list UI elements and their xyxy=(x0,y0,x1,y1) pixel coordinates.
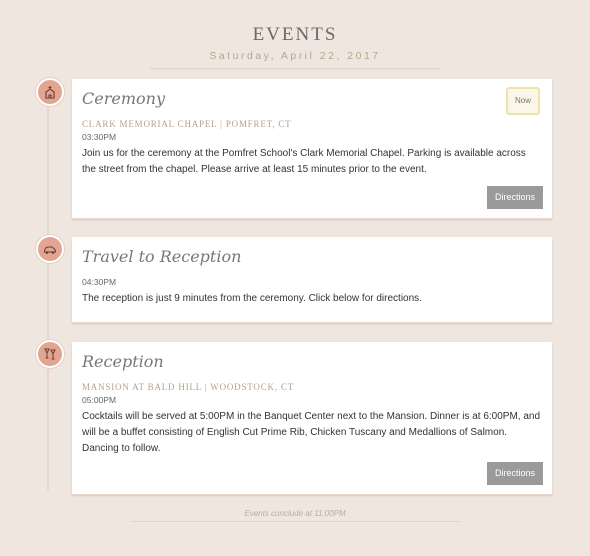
event-card-reception: Reception Mansion at Bald Hill | Woodsto… xyxy=(72,342,552,495)
event-time: 04:30PM xyxy=(82,277,117,287)
car-icon xyxy=(36,235,64,263)
directions-button[interactable]: Directions xyxy=(487,462,543,485)
event-description: The reception is just 9 minutes from the… xyxy=(82,293,422,304)
now-badge: Now xyxy=(506,87,540,115)
cocktail-icon xyxy=(36,340,64,368)
church-icon xyxy=(36,78,64,106)
directions-button[interactable]: Directions xyxy=(487,186,543,209)
event-time: 05:00PM xyxy=(82,395,117,405)
event-description: Join us for the ceremony at the Pomfret … xyxy=(82,148,526,175)
event-card-ceremony: Ceremony Now Clark Memorial Chapel | Pom… xyxy=(72,79,552,219)
event-date: Saturday, April 22, 2017 xyxy=(209,50,381,62)
header-divider xyxy=(150,68,440,69)
event-description: Cocktails will be served at 5:00PM in th… xyxy=(82,411,541,454)
events-conclude-note: Events conclude at 11:00PM xyxy=(244,509,346,518)
events-header: EVENTS Saturday, April 22, 2017 xyxy=(0,24,590,62)
page-title: EVENTS xyxy=(252,24,338,45)
event-title: Travel to Reception xyxy=(82,247,242,266)
footer-divider xyxy=(130,521,460,522)
event-card-travel: Travel to Reception 04:30PM The receptio… xyxy=(72,237,552,323)
event-location: Mansion at Bald Hill | Woodstock, CT xyxy=(82,382,295,392)
event-time: 03:30PM xyxy=(82,132,117,142)
event-location: Clark Memorial Chapel | Pomfret, CT xyxy=(82,119,292,129)
event-title: Reception xyxy=(82,352,164,371)
event-title: Ceremony xyxy=(82,89,165,108)
timeline-line xyxy=(47,100,49,490)
